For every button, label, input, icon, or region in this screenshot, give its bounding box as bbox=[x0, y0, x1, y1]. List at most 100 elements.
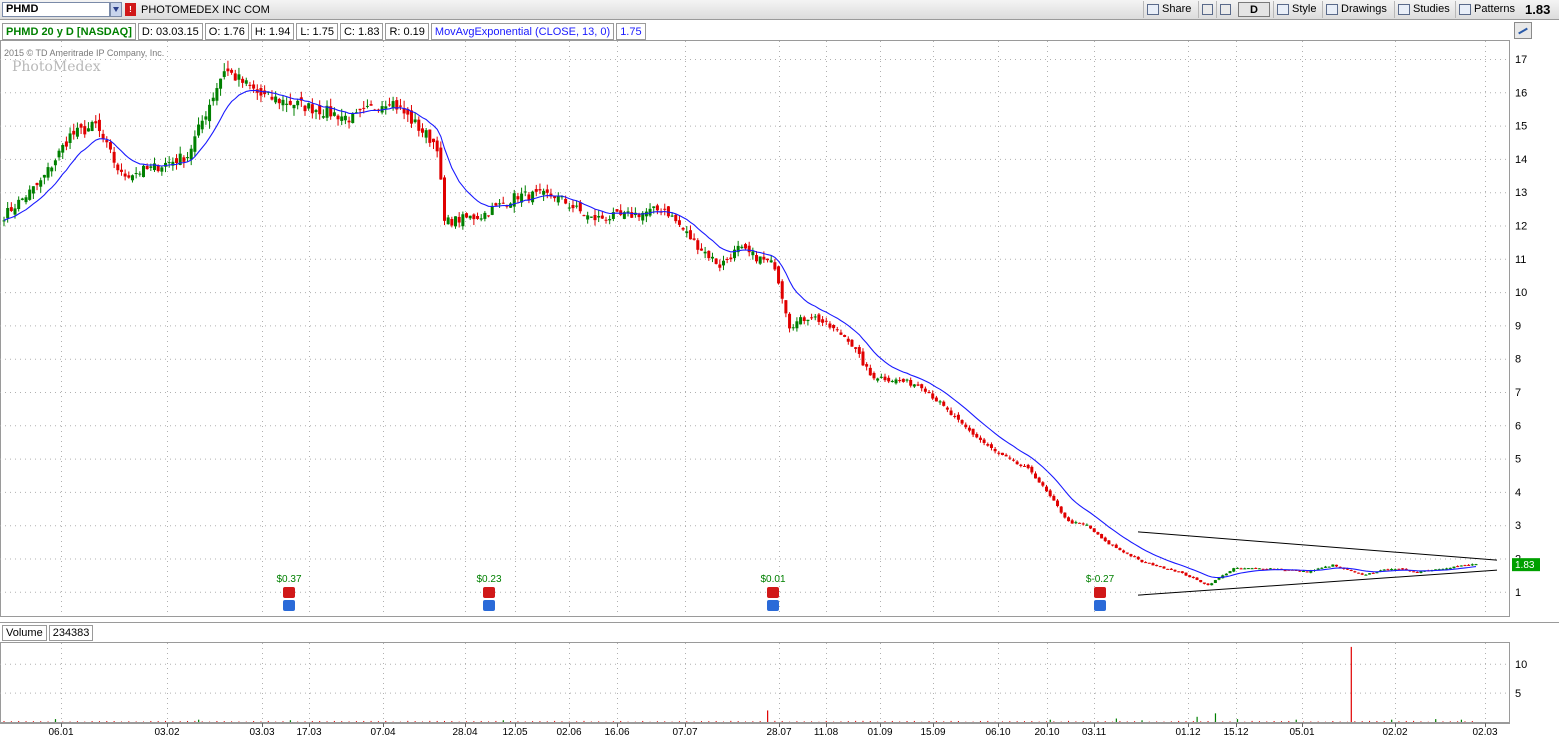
volume-bar bbox=[128, 721, 130, 722]
volume-bar bbox=[1361, 721, 1363, 722]
volume-bar bbox=[1449, 721, 1451, 722]
candle-body bbox=[1107, 540, 1111, 545]
yaxis-tick-label: 11 bbox=[1515, 254, 1526, 266]
candle-body bbox=[1360, 573, 1364, 575]
volume-bar bbox=[715, 720, 717, 722]
candle-body bbox=[971, 428, 975, 435]
earnings-icon[interactable] bbox=[1094, 600, 1106, 611]
trendline[interactable] bbox=[1137, 569, 1498, 596]
volume-bar bbox=[656, 721, 658, 722]
yaxis-tick-label: 4 bbox=[1515, 487, 1521, 499]
volume-bar bbox=[678, 721, 680, 722]
candle-body bbox=[413, 119, 417, 123]
dividend-icon[interactable] bbox=[767, 587, 779, 598]
xaxis-tick-label: 03.03 bbox=[249, 727, 274, 737]
candle-body bbox=[747, 245, 751, 253]
volume-bar bbox=[561, 721, 563, 722]
candle-body bbox=[1184, 572, 1188, 576]
volume-bar bbox=[370, 720, 372, 722]
candle-body bbox=[1177, 571, 1181, 573]
volume-bar bbox=[150, 720, 152, 722]
candle-body bbox=[791, 327, 795, 329]
volume-bar bbox=[979, 720, 981, 722]
candle-body bbox=[1474, 564, 1478, 566]
volume-bar bbox=[825, 720, 827, 722]
candle-body bbox=[1063, 512, 1067, 518]
earnings-icon[interactable] bbox=[483, 600, 495, 611]
dividend-icon[interactable] bbox=[283, 587, 295, 598]
candle-body bbox=[956, 414, 960, 420]
candle-body bbox=[604, 219, 608, 221]
earnings-icon[interactable] bbox=[767, 600, 779, 611]
volume-bar bbox=[98, 721, 100, 722]
volume-bar bbox=[443, 720, 445, 722]
volume-bar bbox=[590, 721, 592, 722]
candle-body bbox=[362, 107, 366, 109]
volume-bar bbox=[642, 720, 644, 722]
candle-body bbox=[1235, 567, 1239, 569]
volume-bar bbox=[91, 721, 93, 722]
candle-body bbox=[2, 220, 6, 222]
price-pane-border bbox=[0, 40, 1510, 617]
candle-body bbox=[582, 215, 586, 217]
candle-body bbox=[215, 88, 219, 101]
candle-body bbox=[1305, 571, 1309, 573]
volume-bar bbox=[708, 721, 710, 722]
candle-body bbox=[116, 164, 120, 171]
volume-tick-label: 10 bbox=[1515, 659, 1527, 671]
volume-bar bbox=[546, 721, 548, 722]
candle-body bbox=[703, 251, 707, 254]
volume-bar bbox=[1420, 721, 1422, 722]
candle-body bbox=[108, 142, 112, 150]
candle-body bbox=[1118, 548, 1122, 551]
volume-bar bbox=[1376, 721, 1378, 722]
volume-bar bbox=[436, 720, 438, 722]
trendline[interactable] bbox=[1137, 531, 1498, 561]
yaxis-tick-label: 10 bbox=[1515, 287, 1527, 299]
candle-body bbox=[94, 121, 98, 124]
volume-bar bbox=[385, 720, 387, 722]
candle-body bbox=[784, 300, 788, 314]
copyright-text: 2015 © TD Ameritrade IP Company, Inc. bbox=[4, 48, 165, 58]
candle-body bbox=[468, 215, 472, 219]
candle-body bbox=[953, 415, 957, 417]
volume-bar bbox=[598, 721, 600, 722]
candle-body bbox=[431, 138, 435, 143]
candle-body bbox=[1301, 570, 1305, 572]
volume-bar bbox=[10, 721, 12, 722]
candle-body bbox=[1100, 534, 1104, 539]
candle-body bbox=[1030, 466, 1034, 473]
candle-body bbox=[186, 157, 190, 159]
candle-body bbox=[755, 255, 759, 262]
volume-label[interactable]: Volume bbox=[2, 625, 47, 641]
volume-bar bbox=[1200, 721, 1202, 722]
candle-body bbox=[846, 338, 850, 342]
candle-body bbox=[281, 99, 285, 106]
dividend-icon[interactable] bbox=[1094, 587, 1106, 598]
candle-body bbox=[1074, 522, 1078, 524]
candle-body bbox=[1004, 454, 1008, 457]
candle-body bbox=[193, 136, 197, 152]
candle-body bbox=[446, 217, 450, 225]
candle-body bbox=[101, 133, 105, 139]
volume-bar bbox=[289, 720, 292, 722]
candle-body bbox=[868, 367, 872, 376]
price-chart[interactable]: 1234567891011121314151617510 06.0103.020… bbox=[0, 0, 1559, 737]
dividend-icon[interactable] bbox=[483, 587, 495, 598]
candle-body bbox=[1349, 570, 1353, 572]
candle-body bbox=[810, 317, 814, 319]
volume-bar bbox=[1350, 646, 1352, 722]
candle-body bbox=[1327, 566, 1331, 568]
volume-bar bbox=[664, 721, 666, 722]
candle-body bbox=[978, 437, 982, 440]
candle-body bbox=[876, 378, 880, 381]
candle-body bbox=[1089, 525, 1093, 529]
candle-body bbox=[46, 167, 50, 178]
xaxis-tick-label: 01.12 bbox=[1175, 727, 1200, 737]
volume-bar bbox=[987, 720, 989, 722]
earnings-icon[interactable] bbox=[283, 600, 295, 611]
volume-bar bbox=[216, 721, 218, 722]
candle-body bbox=[1011, 459, 1015, 461]
volume-bar bbox=[495, 720, 497, 722]
yaxis-tick-label: 7 bbox=[1515, 387, 1521, 399]
